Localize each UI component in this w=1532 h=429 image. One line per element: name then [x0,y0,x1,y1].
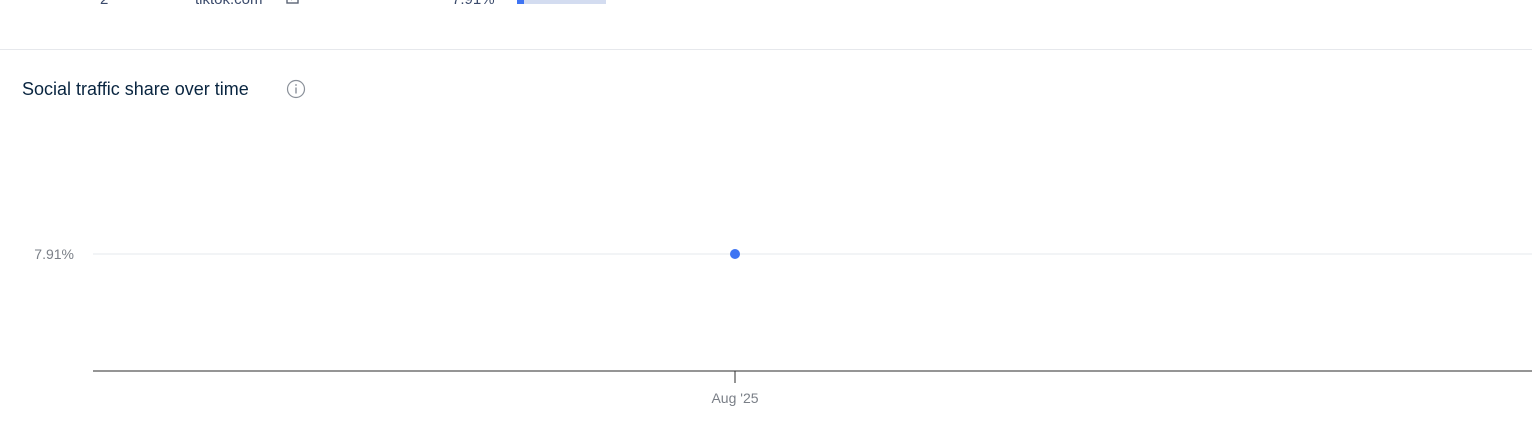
data-point [730,249,740,259]
x-tick-label: Aug '25 [711,390,758,406]
y-tick-label: 7.91% [34,246,74,262]
social-share-chart: 7.91% Aug '25 [34,246,1532,406]
